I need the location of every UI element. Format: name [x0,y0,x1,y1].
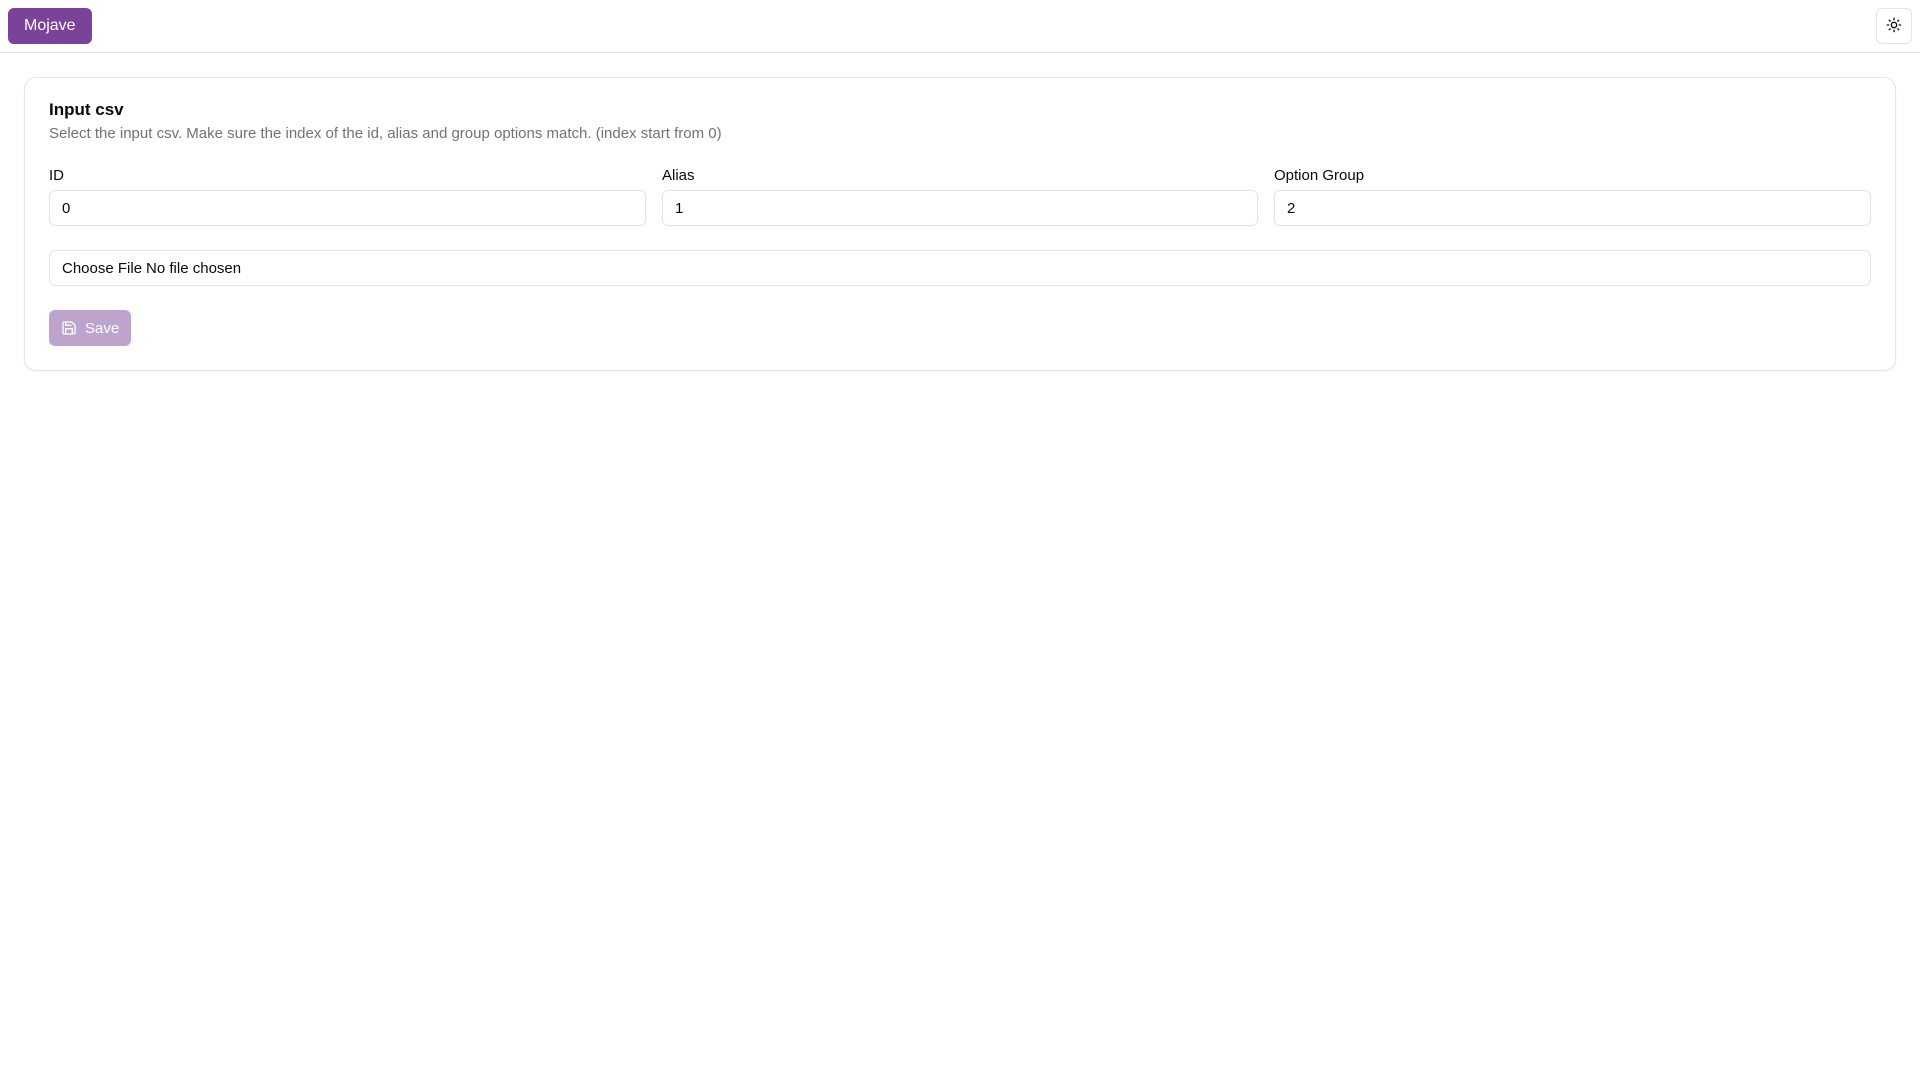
id-label: ID [49,167,64,184]
theme-toggle-button[interactable] [1876,8,1912,44]
choose-file-button[interactable]: Choose File [62,260,142,277]
save-button[interactable]: Save [49,310,132,346]
save-button-label: Save [85,319,120,337]
card-description: Select the input csv. Make sure the inde… [49,125,722,142]
csv-file-input[interactable]: Choose File No file chosen [49,250,1871,286]
file-status-text: No file chosen [146,259,242,277]
top-bar: Mojave [0,0,1920,53]
id-input[interactable] [49,190,646,226]
save-icon [61,320,77,336]
alias-label: Alias [662,167,695,184]
card-title: Input csv [49,100,124,119]
alias-input[interactable] [662,190,1258,226]
input-csv-card: Input csv Select the input csv. Make sur… [24,77,1896,371]
sun-icon [1886,17,1902,36]
option-group-input[interactable] [1274,190,1871,226]
option-group-label: Option Group [1274,167,1365,184]
brand-button[interactable]: Mojave [8,8,92,44]
